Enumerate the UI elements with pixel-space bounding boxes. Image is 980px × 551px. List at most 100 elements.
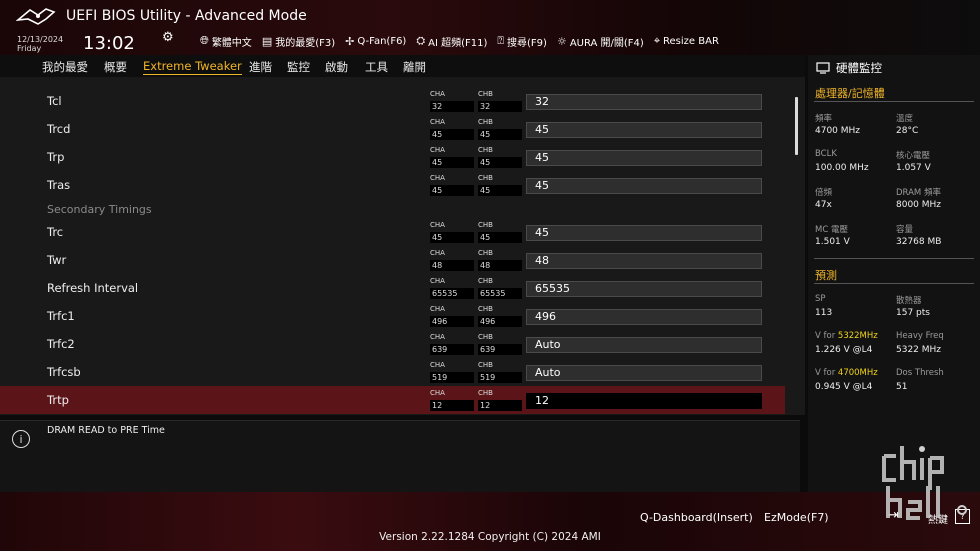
setting-label: Trp bbox=[47, 150, 65, 164]
chb-value: 45 bbox=[478, 185, 522, 196]
chb-value: 45 bbox=[478, 129, 522, 140]
setting-value-field[interactable]: Auto bbox=[526, 365, 762, 381]
monitor-label: 核心電壓 bbox=[896, 151, 931, 161]
divider bbox=[814, 283, 974, 284]
setting-value-field[interactable]: 45 bbox=[526, 178, 762, 194]
label-prefix: V for bbox=[815, 368, 838, 378]
setting-label: Twr bbox=[47, 253, 67, 267]
tab-extreme-tweaker[interactable]: Extreme Tweaker bbox=[143, 59, 242, 75]
cha-label: CHA bbox=[430, 305, 445, 313]
monitor-value: 100.00 MHz bbox=[815, 163, 869, 173]
ai-overclock-button[interactable]: ⛭ AI 超頻(F11) bbox=[416, 34, 487, 49]
chb-value: 65535 bbox=[478, 288, 522, 299]
setting-value-field[interactable]: 65535 bbox=[526, 281, 762, 297]
setting-row-trfc2[interactable]: Trfc2 CHA CHB 639 639 Auto bbox=[0, 330, 785, 358]
setting-row-refresh-interval[interactable]: Refresh Interval CHA CHB 65535 65535 655… bbox=[0, 274, 785, 302]
qfan-button[interactable]: ✢ Q-Fan(F6) bbox=[345, 34, 406, 48]
app-title: UEFI BIOS Utility - Advanced Mode bbox=[66, 8, 307, 24]
cha-label: CHA bbox=[430, 333, 445, 341]
chb-label: CHB bbox=[478, 389, 493, 397]
resize-bar-icon: ⌖ bbox=[653, 34, 661, 47]
setting-row-trtp[interactable]: Trtp CHA CHB 12 12 12 bbox=[0, 386, 785, 414]
chb-value: 45 bbox=[478, 232, 522, 243]
monitor-label: Heavy Freq bbox=[896, 331, 944, 341]
cha-label: CHA bbox=[430, 277, 445, 285]
aura-button[interactable]: ☼ AURA 開/關(F4) bbox=[556, 34, 644, 49]
setting-value-field[interactable]: 45 bbox=[526, 150, 762, 166]
rog-logo bbox=[16, 8, 56, 25]
setting-value-field[interactable]: Auto bbox=[526, 337, 762, 353]
favorites-button[interactable]: ▤ 我的最愛(F3) bbox=[262, 34, 336, 49]
cha-value: 48 bbox=[430, 260, 474, 271]
favorites-label: 我的最愛(F3) bbox=[275, 37, 336, 49]
cha-value: 45 bbox=[430, 185, 474, 196]
tab-monitor[interactable]: 監控 bbox=[287, 59, 310, 75]
setting-value-field[interactable]: 32 bbox=[526, 94, 762, 110]
setting-row-tras[interactable]: Tras CHA CHB 45 45 45 bbox=[0, 171, 785, 199]
chb-label: CHB bbox=[478, 249, 493, 257]
description-text: DRAM READ to PRE Time bbox=[47, 425, 165, 436]
setting-row-twr[interactable]: Twr CHA CHB 48 48 48 bbox=[0, 246, 785, 274]
tab-exit[interactable]: 離開 bbox=[403, 59, 426, 75]
setting-value-field[interactable]: 496 bbox=[526, 309, 762, 325]
setting-row-trp[interactable]: Trp CHA CHB 45 45 45 bbox=[0, 143, 785, 171]
chb-value: 45 bbox=[478, 157, 522, 168]
tab-boot[interactable]: 啟動 bbox=[325, 59, 348, 75]
monitor-header: 硬體監控 bbox=[816, 60, 882, 76]
cha-value: 32 bbox=[430, 101, 474, 112]
chb-label: CHB bbox=[478, 146, 493, 154]
monitor-value: 51 bbox=[896, 382, 908, 392]
setting-value-field[interactable]: 45 bbox=[526, 122, 762, 138]
monitor-label: BCLK bbox=[815, 149, 837, 159]
qdashboard-button[interactable]: Q-Dashboard(Insert) bbox=[640, 511, 753, 524]
aura-label: AURA 開/關(F4) bbox=[569, 37, 644, 49]
setting-row-trcd[interactable]: Trcd CHA CHB 45 45 45 bbox=[0, 115, 785, 143]
monitor-value: 1.501 V bbox=[815, 237, 850, 247]
info-icon: i bbox=[12, 430, 30, 448]
monitor-label: 溫度 bbox=[896, 114, 914, 124]
monitor-value: 5322 MHz bbox=[896, 345, 942, 355]
globe-icon: 🌐︎ bbox=[200, 34, 209, 47]
setting-value-field[interactable]: 12 bbox=[526, 393, 762, 409]
monitor-icon bbox=[816, 62, 830, 74]
ez-mode-button[interactable]: EzMode(F7) bbox=[764, 511, 829, 524]
setting-value-field[interactable]: 45 bbox=[526, 225, 762, 241]
gear-icon[interactable]: ⚙ bbox=[162, 30, 174, 45]
search-button[interactable]: ⍰ 搜尋(F9) bbox=[497, 34, 547, 49]
tab-favorites[interactable]: 我的最愛 bbox=[42, 59, 88, 75]
tab-advanced[interactable]: 進階 bbox=[249, 59, 272, 75]
description-panel: i DRAM READ to PRE Time bbox=[0, 420, 800, 493]
date-display: 12/13/2024 Friday bbox=[17, 35, 63, 53]
menu-bar: 我的最愛 概要 Extreme Tweaker 進階 監控 啟動 工具 離開 bbox=[0, 55, 805, 77]
cha-value: 45 bbox=[430, 157, 474, 168]
monitor-value: 0.945 V @L4 bbox=[815, 382, 873, 392]
language-label: 繁體中文 bbox=[211, 37, 252, 49]
cha-value: 45 bbox=[430, 232, 474, 243]
chb-value: 32 bbox=[478, 101, 522, 112]
setting-row-tcl[interactable]: Tcl CHA CHB 32 32 32 bbox=[0, 87, 785, 115]
ai-overclock-icon: ⛭ bbox=[416, 34, 426, 47]
monitor-label: DRAM 頻率 bbox=[896, 188, 941, 198]
help-search-icon: ⍰ bbox=[497, 34, 505, 47]
setting-row-trc[interactable]: Trc CHA CHB 45 45 45 bbox=[0, 218, 785, 246]
monitor-value: 157 pts bbox=[896, 308, 930, 318]
tab-tool[interactable]: 工具 bbox=[365, 59, 388, 75]
monitor-value: 47x bbox=[815, 200, 832, 210]
scrollbar[interactable] bbox=[795, 97, 798, 155]
tab-overview[interactable]: 概要 bbox=[104, 59, 127, 75]
chb-label: CHB bbox=[478, 90, 493, 98]
setting-row-trfc1[interactable]: Trfc1 CHA CHB 496 496 496 bbox=[0, 302, 785, 330]
aura-icon: ☼ bbox=[556, 34, 567, 48]
setting-value-field[interactable]: 48 bbox=[526, 253, 762, 269]
time-display[interactable]: 13:02 bbox=[83, 33, 135, 54]
setting-label: Refresh Interval bbox=[47, 281, 139, 295]
monitor-label: 散熱器 bbox=[896, 296, 922, 306]
divider bbox=[814, 258, 974, 259]
chb-value: 496 bbox=[478, 316, 522, 327]
cha-value: 65535 bbox=[430, 288, 474, 299]
language-button[interactable]: 🌐︎ 繁體中文 bbox=[200, 34, 252, 49]
setting-row-trfcsb[interactable]: Trfcsb CHA CHB 519 519 Auto bbox=[0, 358, 785, 386]
prediction-section: 預測 bbox=[815, 269, 837, 282]
chb-value: 639 bbox=[478, 344, 522, 355]
resize-bar-button[interactable]: ⌖ Resize BAR bbox=[654, 34, 719, 48]
